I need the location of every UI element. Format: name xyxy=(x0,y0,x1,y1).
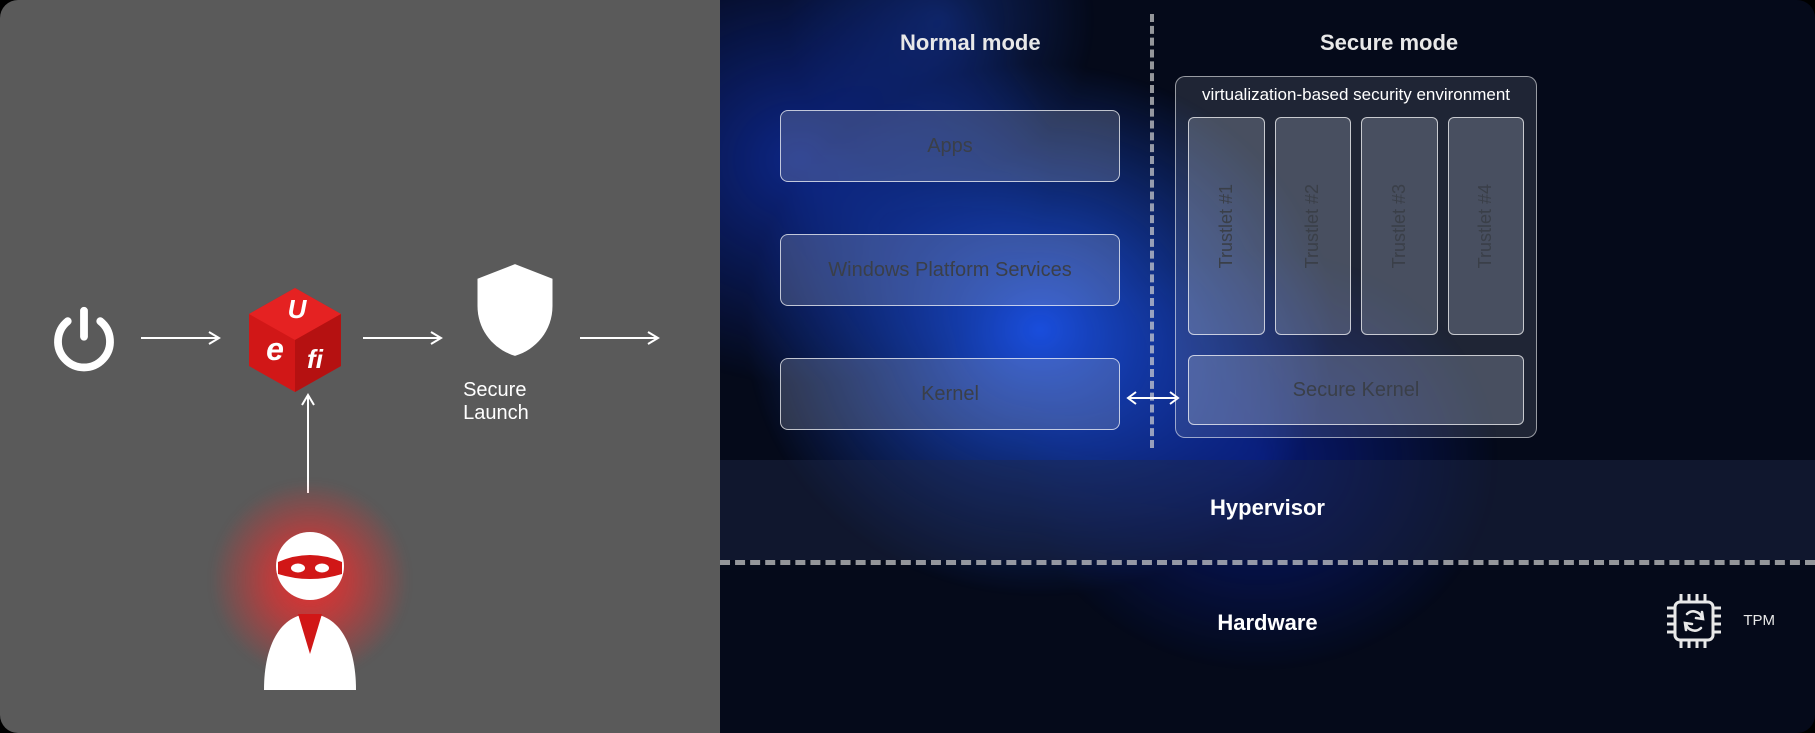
wps-box: Windows Platform Services xyxy=(780,234,1120,306)
svg-text:e: e xyxy=(266,331,284,367)
secure-mode-header: Secure mode xyxy=(1320,30,1458,56)
diagram-root: U e fi Secure Launch xyxy=(0,0,1815,733)
secure-launch-icon: Secure Launch xyxy=(463,255,566,425)
uefi-icon: U e fi xyxy=(241,282,349,398)
trustlet-3: Trustlet #3 xyxy=(1361,117,1438,335)
secure-launch-label: Secure Launch xyxy=(463,379,566,425)
hw-divider xyxy=(720,560,1815,565)
boot-flow-panel: U e fi Secure Launch xyxy=(0,0,720,733)
svg-text:fi: fi xyxy=(307,344,324,374)
mode-divider xyxy=(1150,14,1154,448)
hypervisor-label: Hypervisor xyxy=(720,495,1815,521)
vbs-environment: virtualization-based security environmen… xyxy=(1175,76,1537,438)
kernel-link-arrow-icon xyxy=(1122,388,1184,413)
trustlet-4: Trustlet #4 xyxy=(1448,117,1525,335)
normal-mode-header: Normal mode xyxy=(900,30,1041,56)
trustlet-2: Trustlet #2 xyxy=(1275,117,1352,335)
arrow-icon xyxy=(361,328,451,353)
svg-text:U: U xyxy=(288,294,308,324)
arrow-icon xyxy=(139,328,229,353)
attacker-icon xyxy=(200,480,420,720)
hardware-label: Hardware xyxy=(720,610,1815,636)
boot-flow: U e fi Secure Launch xyxy=(40,270,680,410)
secure-kernel-box: Secure Kernel xyxy=(1188,355,1524,425)
tpm-chip-icon xyxy=(1663,590,1725,657)
vbs-title: virtualization-based security environmen… xyxy=(1176,77,1536,111)
kernel-box: Kernel xyxy=(780,358,1120,430)
trustlet-1: Trustlet #1 xyxy=(1188,117,1265,335)
apps-box: Apps xyxy=(780,110,1120,182)
trustlet-row: Trustlet #1 Trustlet #2 Trustlet #3 Trus… xyxy=(1188,117,1524,335)
power-icon xyxy=(40,301,127,379)
tpm-label: TPM xyxy=(1743,612,1775,629)
architecture-panel: Normal mode Secure mode Apps Windows Pla… xyxy=(720,0,1815,733)
arrow-icon xyxy=(578,328,668,353)
